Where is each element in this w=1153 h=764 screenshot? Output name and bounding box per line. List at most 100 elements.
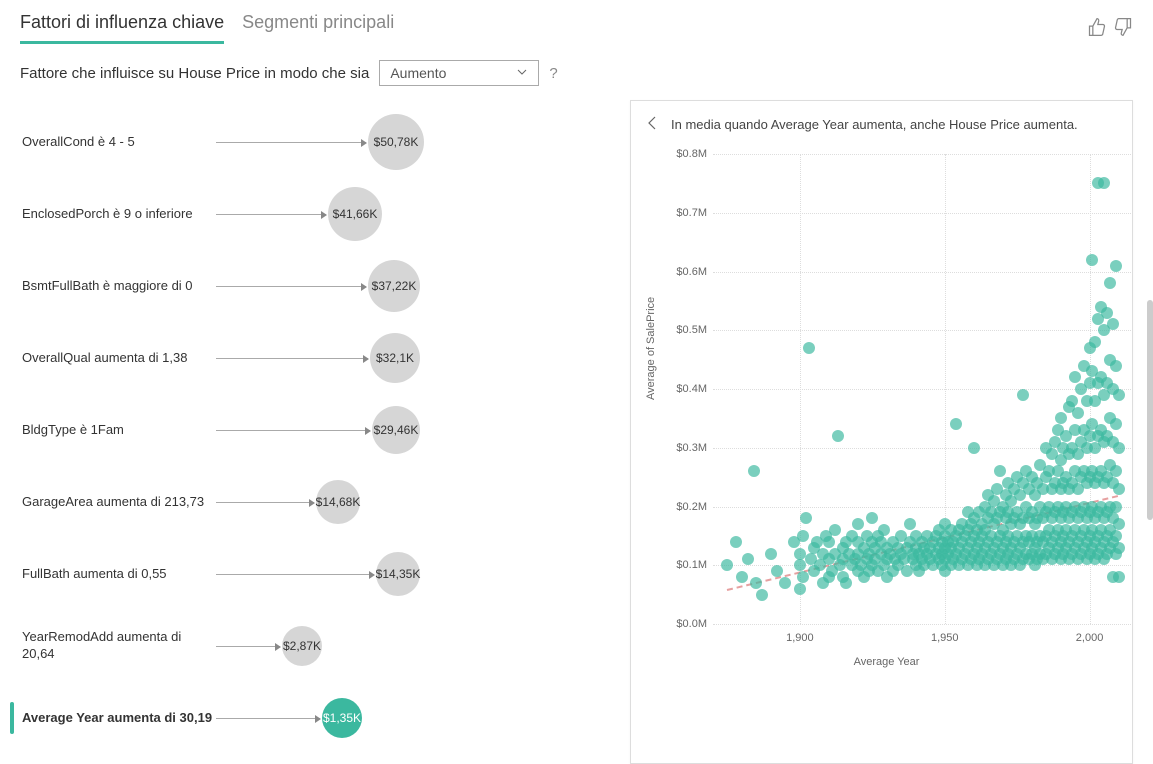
data-point <box>736 571 748 583</box>
influencer-value-bubble: $14,68K <box>316 480 360 524</box>
arrow-icon <box>216 574 374 575</box>
data-point <box>1113 571 1125 583</box>
influencer-row[interactable]: YearRemodAdd aumenta di 20,64 $2,87K <box>6 610 616 682</box>
data-point <box>1110 260 1122 272</box>
x-tick-label: 1,950 <box>931 632 959 644</box>
data-point <box>794 559 806 571</box>
influencer-label: Average Year aumenta di 30,19 <box>6 710 216 727</box>
tab-key-influencers[interactable]: Fattori di influenza chiave <box>20 12 224 44</box>
data-point <box>765 548 777 560</box>
influencer-label: YearRemodAdd aumenta di 20,64 <box>6 629 216 663</box>
data-point <box>1110 465 1122 477</box>
arrow-icon <box>216 142 366 143</box>
data-point <box>1107 318 1119 330</box>
data-point <box>750 577 762 589</box>
data-point <box>1110 501 1122 513</box>
data-point <box>1098 177 1110 189</box>
influencer-row[interactable]: BldgType è 1Fam $29,46K <box>6 394 616 466</box>
y-axis-label: Average of SalePrice <box>645 297 657 400</box>
data-point <box>794 548 806 560</box>
influencer-value-bubble: $14,35K <box>376 552 420 596</box>
dropdown-value: Aumento <box>390 65 446 81</box>
influencer-row[interactable]: OverallQual aumenta di 1,38 $32,1K <box>6 322 616 394</box>
data-point <box>866 512 878 524</box>
data-point <box>1101 307 1113 319</box>
influencer-value-bubble: $32,1K <box>370 333 420 383</box>
data-point <box>829 524 841 536</box>
data-point <box>840 577 852 589</box>
y-tick-label: $0.2M <box>667 501 707 513</box>
y-tick-label: $0.6M <box>667 266 707 278</box>
influencers-list: OverallCond è 4 - 5 $50,78K EnclosedPorch … <box>6 96 616 764</box>
influencer-label: BsmtFullBath è maggiore di 0 <box>6 278 216 295</box>
influencer-row[interactable]: EnclosedPorch è 9 o inferiore $41,66K <box>6 178 616 250</box>
data-point <box>1110 418 1122 430</box>
data-point <box>771 565 783 577</box>
influencer-label: EnclosedPorch è 9 o inferiore <box>6 206 216 223</box>
help-icon[interactable]: ? <box>549 65 557 82</box>
chevron-down-icon <box>516 65 528 81</box>
thumbs-up-icon[interactable] <box>1087 17 1107 40</box>
influencer-label: OverallCond è 4 - 5 <box>6 134 216 151</box>
influencer-value-bubble: $41,66K <box>328 187 382 241</box>
tabs: Fattori di influenza chiave Segmenti pri… <box>20 12 394 44</box>
influencer-label: GarageArea aumenta di 213,73 <box>6 494 216 511</box>
arrow-icon <box>216 214 326 215</box>
y-tick-label: $0.7M <box>667 207 707 219</box>
influencer-label: BldgType è 1Fam <box>6 422 216 439</box>
direction-dropdown[interactable]: Aumento <box>379 60 539 86</box>
x-tick-label: 2,000 <box>1076 632 1104 644</box>
scrollbar-thumb[interactable] <box>1147 300 1153 520</box>
data-point <box>1055 412 1067 424</box>
data-point <box>748 465 760 477</box>
tab-top-segments[interactable]: Segmenti principali <box>242 12 394 44</box>
detail-headline: In media quando Average Year aumenta, an… <box>671 117 1078 132</box>
y-tick-label: $0.5M <box>667 324 707 336</box>
data-point <box>878 524 890 536</box>
influencer-label: OverallQual aumenta di 1,38 <box>6 350 216 367</box>
data-point <box>1113 442 1125 454</box>
influencer-row[interactable]: BsmtFullBath è maggiore di 0 $37,22K <box>6 250 616 322</box>
influencer-value-bubble: $1,35K <box>322 698 362 738</box>
data-point <box>904 518 916 530</box>
data-point <box>800 512 812 524</box>
data-point <box>1113 483 1125 495</box>
influencer-value-bubble: $37,22K <box>368 260 420 312</box>
influencer-value-bubble: $50,78K <box>368 114 424 170</box>
thumbs-down-icon[interactable] <box>1113 17 1133 40</box>
influencer-row[interactable]: OverallCond è 4 - 5 $50,78K <box>6 106 616 178</box>
arrow-icon <box>216 718 320 719</box>
data-point <box>823 536 835 548</box>
influencer-value-bubble: $29,46K <box>372 406 420 454</box>
data-point <box>1110 360 1122 372</box>
arrow-icon <box>216 646 280 647</box>
data-point <box>1089 336 1101 348</box>
data-point <box>730 536 742 548</box>
arrow-icon <box>216 286 366 287</box>
data-point <box>968 442 980 454</box>
data-point <box>1113 542 1125 554</box>
data-point <box>1113 518 1125 530</box>
y-tick-label: $0.0M <box>667 618 707 630</box>
influencer-row[interactable]: Average Year aumenta di 30,19 $1,35K <box>6 682 616 754</box>
x-axis-label: Average Year <box>854 656 920 668</box>
data-point <box>1069 371 1081 383</box>
data-point <box>721 559 733 571</box>
data-point <box>1113 389 1125 401</box>
data-point <box>794 583 806 595</box>
y-tick-label: $0.4M <box>667 383 707 395</box>
data-point <box>742 553 754 565</box>
arrow-icon <box>216 430 370 431</box>
y-tick-label: $0.1M <box>667 559 707 571</box>
data-point <box>756 589 768 601</box>
data-point <box>779 577 791 589</box>
influencer-value-bubble: $2,87K <box>282 626 322 666</box>
influencer-row[interactable]: GarageArea aumenta di 213,73 $14,68K <box>6 466 616 538</box>
back-arrow-icon[interactable] <box>645 115 661 134</box>
data-point <box>1110 530 1122 542</box>
influencer-row[interactable]: FullBath aumenta di 0,55$14,35K <box>6 538 616 610</box>
data-point <box>832 430 844 442</box>
x-tick-label: 1,900 <box>786 632 814 644</box>
data-point <box>1072 407 1084 419</box>
y-tick-label: $0.3M <box>667 442 707 454</box>
